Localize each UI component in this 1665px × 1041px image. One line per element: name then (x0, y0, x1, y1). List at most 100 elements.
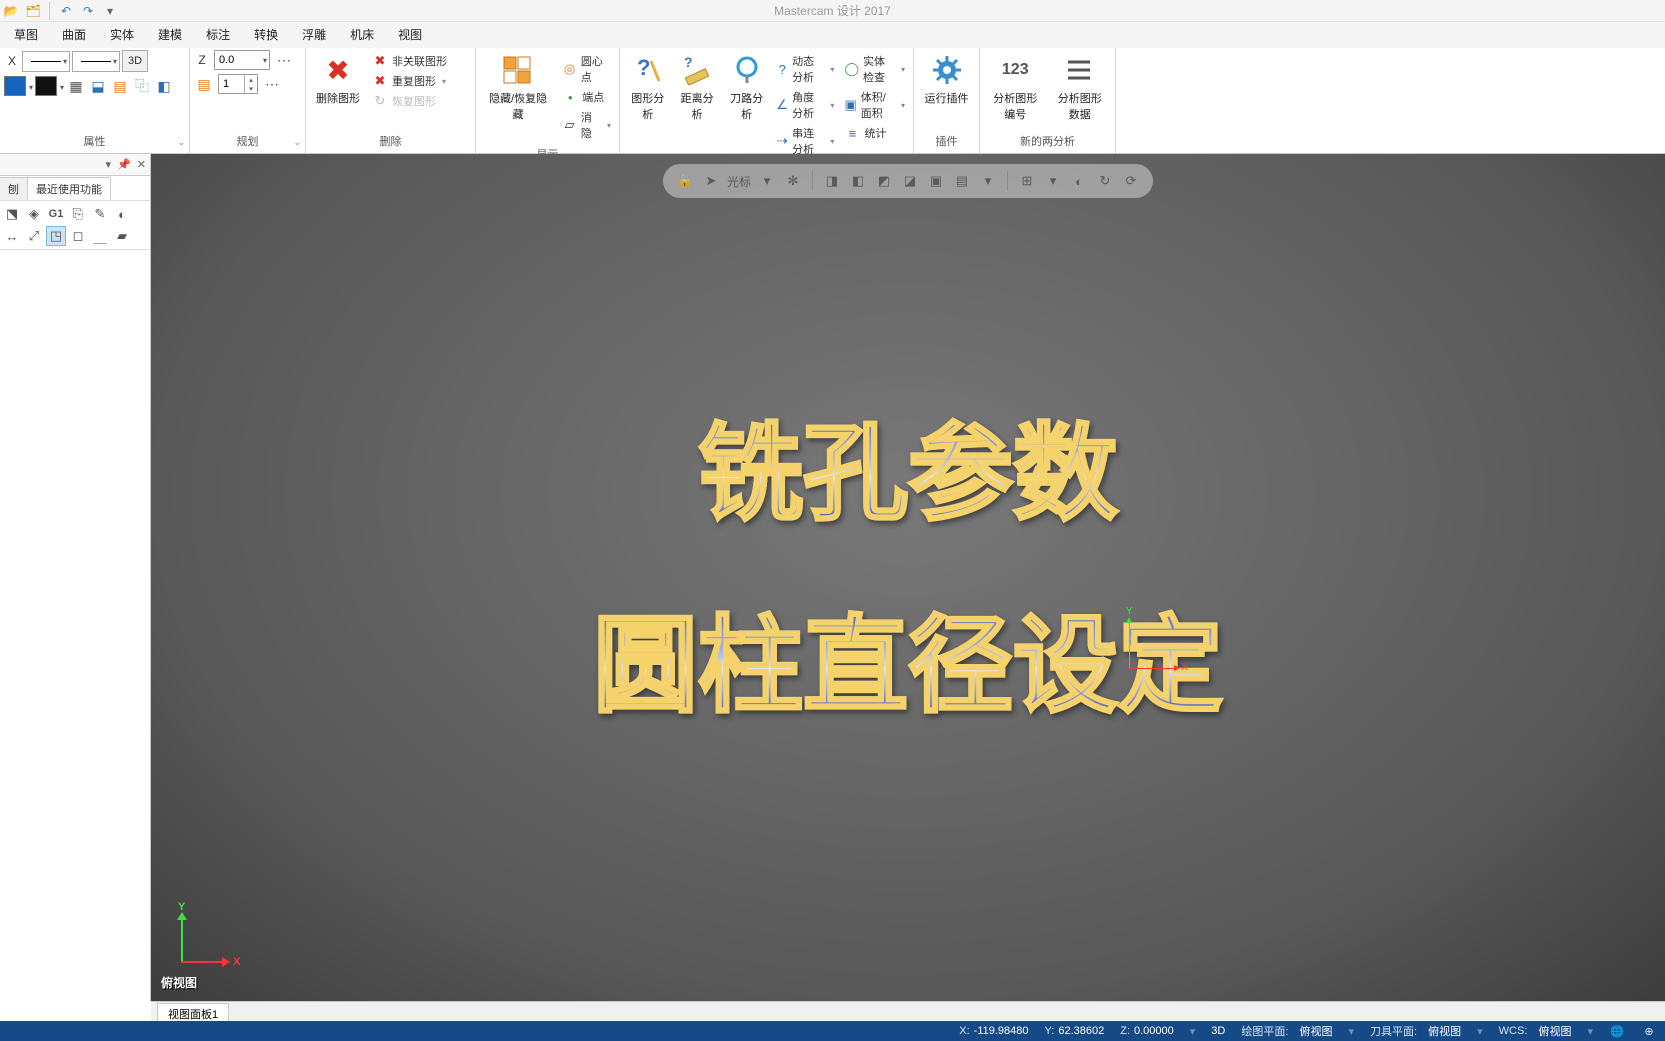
viewport[interactable]: 🔒 ➤ 光标 ▾ ✻ ◨ ◧ ◩ ◪ ▣ ▤ ▾ ⊞ ▾ ◐ ↻ ⟳ 铣孔参数 … (151, 154, 1665, 1001)
vt-cursor-label[interactable]: 光标 (727, 173, 751, 190)
stats-button[interactable]: ≡统计 (840, 124, 909, 142)
list-icon (1064, 54, 1096, 86)
status-globe-icon[interactable]: 🌐 (1609, 1023, 1625, 1039)
toolpath-analyze-button[interactable]: 刀路分析 (723, 50, 770, 122)
tb-icon-5[interactable]: ◐ (112, 204, 132, 224)
props-icon-5[interactable]: ◧ (154, 76, 174, 96)
view3d-button[interactable]: 3D (122, 50, 148, 72)
qat-redo-icon[interactable]: ↷ (79, 2, 97, 20)
numbering-button[interactable]: 123 分析图形编号 (984, 50, 1047, 122)
tab-relief[interactable]: 浮雕 (290, 22, 338, 48)
shape-analyze-button[interactable]: ? 图形分析 (624, 50, 671, 122)
linetype-select-2[interactable] (72, 51, 120, 72)
z-helper-icon[interactable]: ⋯ (274, 50, 294, 70)
tab-view[interactable]: 视图 (386, 22, 434, 48)
delete-repeat-button[interactable]: ✖重复图形▾ (368, 72, 451, 90)
tab-surface[interactable]: 曲面 (50, 22, 98, 48)
status-more-icon[interactable]: ⊕ (1641, 1023, 1657, 1039)
vt-drop-1[interactable]: ▾ (757, 171, 777, 191)
delete-nonassoc-button[interactable]: ✖非关联图形 (368, 52, 451, 70)
delete-entities-button[interactable]: ✖ 删除图形 (310, 50, 366, 106)
vt-icon-b[interactable]: ◧ (848, 171, 868, 191)
props-icon-1[interactable]: ▦ (66, 76, 86, 96)
chain-analyze-button[interactable]: ⇢串连分析▾ (772, 124, 838, 158)
vt-lock-icon[interactable]: 🔒 (675, 171, 695, 191)
dynamic-analyze-button[interactable]: ?动态分析▾ (772, 52, 838, 86)
qat-more-icon[interactable]: ▾ (101, 2, 119, 20)
solid-check-button[interactable]: ◯实体检查▾ (840, 52, 909, 86)
tb-icon-11[interactable]: ▰ (112, 226, 132, 246)
layer-helper-icon[interactable]: ⋯ (262, 74, 282, 94)
status-wcs[interactable]: WCS: 俯视图 (1499, 1023, 1572, 1039)
vt-icon-h[interactable]: ◐ (1069, 171, 1089, 191)
vt-drop-2[interactable]: ▾ (978, 171, 998, 191)
props-icon-2[interactable]: ⬓ (88, 76, 108, 96)
tb-icon-9[interactable]: ◻ (68, 226, 88, 246)
side-tab-recent[interactable]: 最近使用功能 (27, 177, 111, 200)
status-draw-plane[interactable]: 绘图平面: 俯视图 (1241, 1023, 1332, 1039)
tb-icon-1[interactable]: ⬔ (2, 204, 22, 224)
tab-solid[interactable]: 实体 (98, 22, 146, 48)
svg-text:?: ? (637, 55, 650, 80)
vt-icon-a[interactable]: ◨ (822, 171, 842, 191)
vt-cursor-icon[interactable]: ➤ (701, 171, 721, 191)
vt-icon-j[interactable]: ⟳ (1121, 171, 1141, 191)
chain-icon: ⇢ (776, 133, 788, 149)
angle-analyze-button[interactable]: ∠角度分析▾ (772, 88, 838, 122)
status-x-label: X: (959, 1025, 969, 1037)
status-tool-plane[interactable]: 刀具平面: 俯视图 (1370, 1023, 1461, 1039)
status-mode[interactable]: 3D (1211, 1025, 1225, 1037)
clear-button[interactable]: ▱消隐▾ (558, 108, 615, 142)
tb-icon-2[interactable]: ◈ (24, 204, 44, 224)
panel-dropdown-icon[interactable]: ▾ (106, 158, 112, 171)
layer-icon[interactable]: ▤ (194, 74, 214, 94)
vt-icon-d[interactable]: ◪ (900, 171, 920, 191)
distance-analyze-button[interactable]: ? 距离分析 (673, 50, 720, 122)
tab-machine[interactable]: 机床 (338, 22, 386, 48)
volume-area-button[interactable]: ▣体积/面积▾ (840, 88, 909, 122)
vt-icon-c[interactable]: ◩ (874, 171, 894, 191)
tb-icon-6[interactable]: ↔ (2, 226, 22, 246)
layer-input[interactable]: 1▴▾ (218, 74, 258, 94)
vol-icon: ▣ (844, 97, 856, 113)
endpoint-button[interactable]: •端点 (558, 88, 615, 106)
vt-icon-i[interactable]: ↻ (1095, 171, 1115, 191)
vt-icon-g[interactable]: ⊞ (1017, 171, 1037, 191)
hide-restore-button[interactable]: 隐藏/恢复隐藏 (480, 50, 556, 122)
vt-icon-e[interactable]: ▣ (926, 171, 946, 191)
x-label: X (4, 54, 20, 68)
tb-icon-7[interactable]: ⤢ (24, 226, 44, 246)
vt-drop-3[interactable]: ▾ (1043, 171, 1063, 191)
center-point-button[interactable]: ◎圆心点 (558, 52, 615, 86)
qat-open-icon[interactable]: 📂 (2, 2, 20, 20)
vt-icon-f[interactable]: ▤ (952, 171, 972, 191)
svg-text:?: ? (684, 55, 693, 70)
side-tab-1[interactable]: 刨 (0, 177, 28, 200)
run-addin-button[interactable]: 运行插件 (919, 50, 975, 106)
tab-annotation[interactable]: 标注 (194, 22, 242, 48)
panel-pin-icon[interactable]: 📌 (117, 158, 131, 171)
viewport-toolbar: 🔒 ➤ 光标 ▾ ✻ ◨ ◧ ◩ ◪ ▣ ▤ ▾ ⊞ ▾ ◐ ↻ ⟳ (663, 164, 1153, 198)
x-icon: ✖ (372, 53, 388, 69)
axis-x-label: X (1181, 662, 1188, 673)
vt-gear-icon[interactable]: ✻ (783, 171, 803, 191)
tab-transform[interactable]: 转换 (242, 22, 290, 48)
props-icon-3[interactable]: ▤ (110, 76, 130, 96)
tb-icon-10[interactable]: ＿ (90, 226, 110, 246)
tb-icon-8[interactable]: ◳ (46, 226, 66, 246)
tb-icon-g1[interactable]: G1 (46, 204, 66, 224)
group-display: 隐藏/恢复隐藏 ◎圆心点 •端点 ▱消隐▾ 显示 (476, 48, 620, 153)
panel-close-icon[interactable]: ✕ (137, 158, 146, 171)
data-analyze-button[interactable]: 分析图形数据 (1049, 50, 1112, 122)
tb-icon-4[interactable]: ✎ (90, 204, 110, 224)
qat-undo-icon[interactable]: ↶ (57, 2, 75, 20)
color-swatch-1[interactable] (4, 76, 26, 96)
tab-sketch[interactable]: 草图 (2, 22, 50, 48)
tb-icon-3[interactable]: ⎘ (68, 204, 88, 224)
tab-model[interactable]: 建模 (146, 22, 194, 48)
props-icon-4[interactable]: ⿻ (132, 76, 152, 96)
z-input[interactable]: 0.0 (214, 50, 270, 70)
qat-new-icon[interactable]: 🗂 (24, 2, 42, 20)
linetype-select-1[interactable] (22, 51, 70, 72)
color-swatch-2[interactable] (35, 76, 57, 96)
